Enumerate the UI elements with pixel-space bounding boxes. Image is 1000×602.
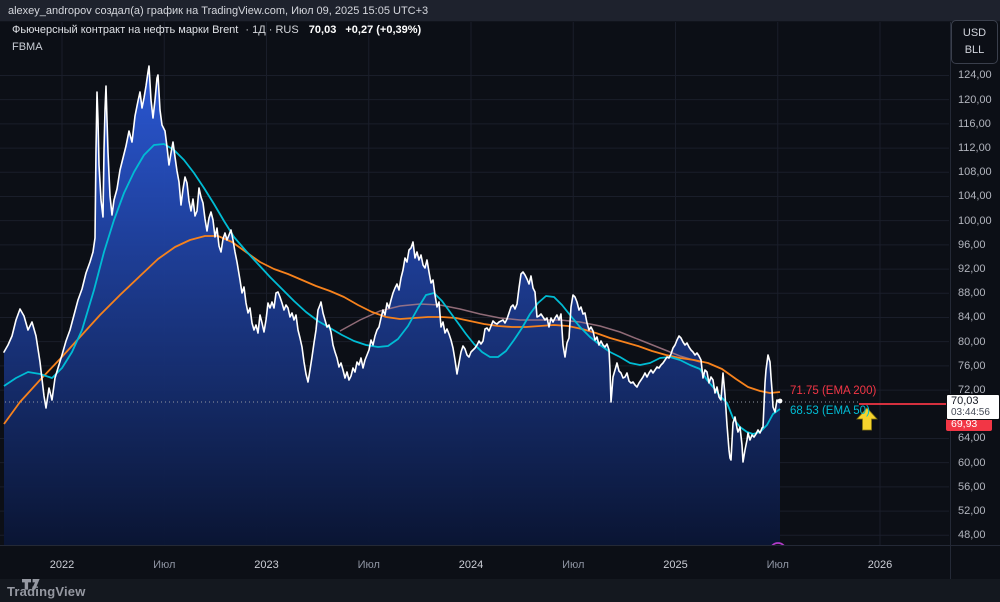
price-tick-label: 84,00 xyxy=(958,311,986,324)
bar-close-countdown: 03:44:56 xyxy=(951,407,990,418)
price-tick-label: 104,00 xyxy=(958,190,992,203)
ema200-price-label: 71.75 (EMA 200) xyxy=(790,385,877,397)
currency-label[interactable]: USD xyxy=(963,27,986,39)
area-fill xyxy=(4,66,780,545)
price-change-value: +0,27 (+0,39%) xyxy=(345,24,422,36)
last-price-dot xyxy=(777,398,783,404)
price-tick-label: 116,00 xyxy=(958,117,991,130)
price-tick-label: 88,00 xyxy=(958,287,986,300)
price-tick-label: 56,00 xyxy=(958,480,986,493)
price-tick-label: 76,00 xyxy=(958,359,986,372)
unit-label[interactable]: BLL xyxy=(965,45,985,56)
time-tick-label: 2022 xyxy=(49,559,75,571)
legend-symbol-row[interactable]: Фьючерсный контракт на нефть марки Brent… xyxy=(12,24,421,36)
price-tick-label: 52,00 xyxy=(958,505,986,518)
legend-indicator-row[interactable]: FBMA xyxy=(12,41,421,53)
price-tick-label: 124,00 xyxy=(958,69,992,82)
price-tick-label: 48,00 xyxy=(958,529,986,542)
time-tick-label: Июл xyxy=(562,559,585,571)
tradingview-chart-snapshot: alexey_andropov создал(а) график на Trad… xyxy=(0,0,1000,602)
chart-canvas[interactable] xyxy=(0,0,1000,602)
scale-corner xyxy=(950,545,1000,579)
time-tick-label: 2024 xyxy=(458,559,484,571)
time-tick-label: 2026 xyxy=(867,559,893,571)
current-price-box[interactable]: 70,03 03:44:56 xyxy=(946,394,1000,420)
time-tick-label: Июл xyxy=(357,559,380,571)
chart-legend: Фьючерсный контракт на нефть марки Brent… xyxy=(12,24,421,53)
tradingview-logo-icon[interactable] xyxy=(22,579,40,590)
symbol-meta: · 1Д · RUS xyxy=(245,24,299,36)
currency-unit-toggle[interactable]: USD BLL xyxy=(951,20,998,64)
ema50-price-label: 68.53 (EMA 50) xyxy=(790,405,870,417)
current-price-value: 70,03 xyxy=(951,395,979,407)
price-tick-label: 92,00 xyxy=(958,263,986,276)
price-tick-label: 80,00 xyxy=(958,335,986,348)
price-tick-label: 60,00 xyxy=(958,456,986,469)
price-tick-label: 64,00 xyxy=(958,432,986,445)
price-tick-label: 96,00 xyxy=(958,238,986,251)
time-tick-label: Июл xyxy=(766,559,789,571)
price-tick-label: 100,00 xyxy=(958,214,992,227)
symbol-title: Фьючерсный контракт на нефть марки Brent xyxy=(12,24,239,36)
time-tick-label: 2025 xyxy=(663,559,688,571)
price-tick-label: 112,00 xyxy=(958,142,991,155)
price-tick-label: 108,00 xyxy=(958,166,992,179)
price-scale[interactable]: 124,00 120,00 116,00 112,00 108,00 104,00 100,… xyxy=(950,22,1000,545)
time-scale[interactable]: 2022 Июл 2023 Июл 2024 Июл 2025 Июл 2026 xyxy=(0,545,950,579)
time-tick-label: 2023 xyxy=(254,559,279,571)
price-tick-label: 120,00 xyxy=(958,93,992,106)
last-price-value: 70,03 xyxy=(308,24,337,36)
time-tick-label: Июл xyxy=(153,559,176,571)
